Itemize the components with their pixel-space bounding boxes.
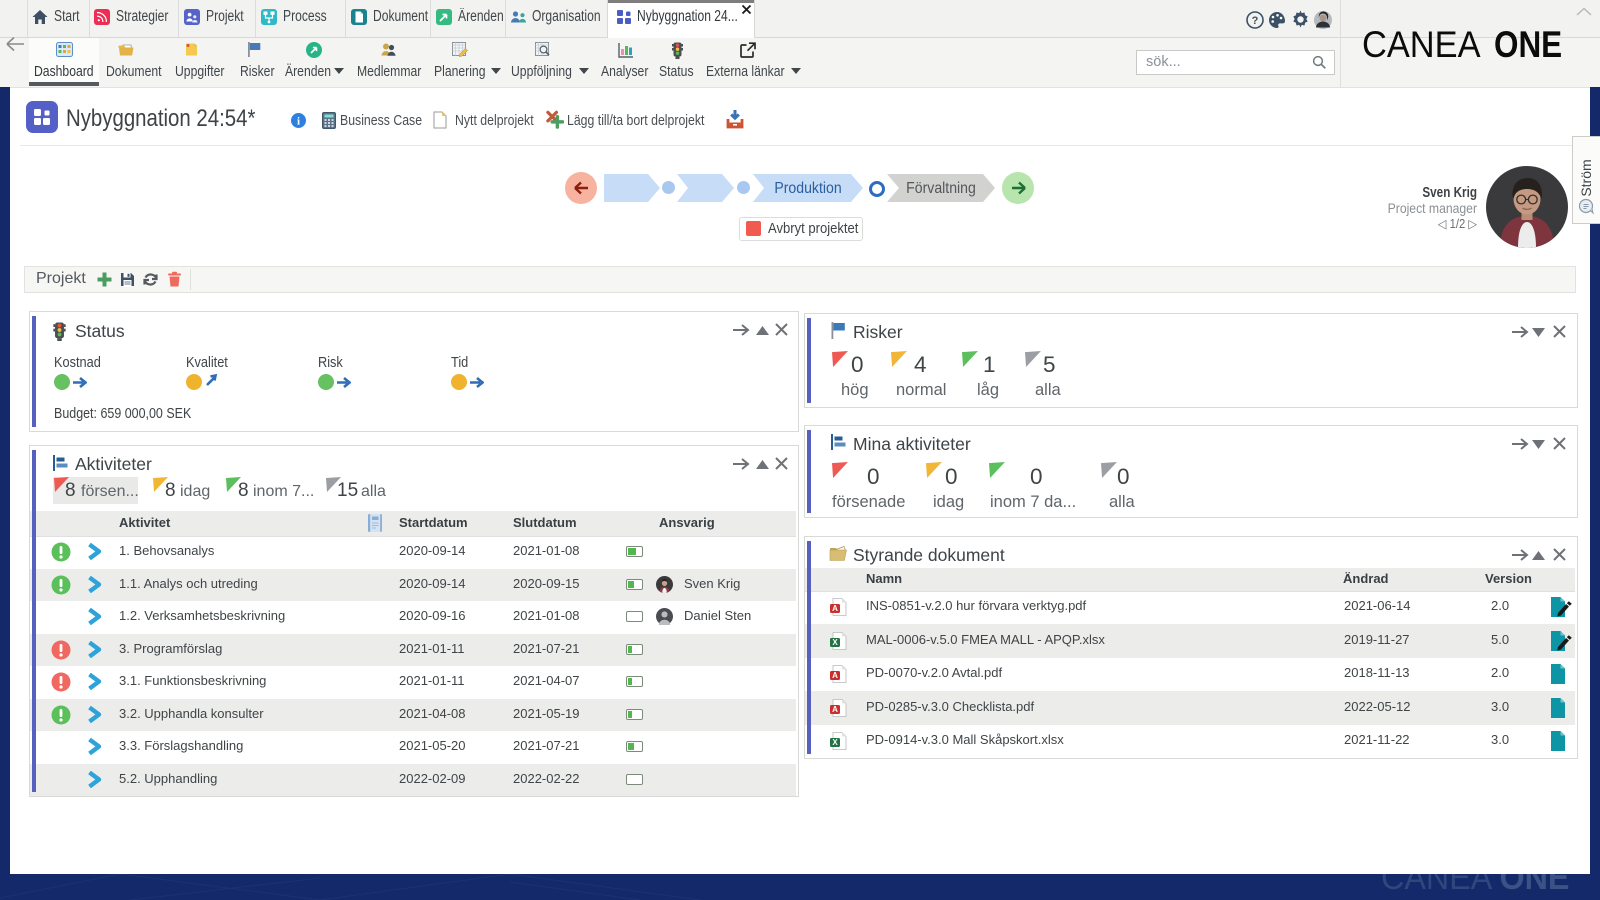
svg-text:A: A [832,671,838,680]
svg-text:X: X [832,738,838,747]
svg-text:A: A [832,604,838,613]
svg-text:?: ? [1252,15,1259,27]
svg-text:X: X [832,638,838,647]
svg-text:i: i [297,116,300,128]
svg-text:A: A [832,705,838,714]
